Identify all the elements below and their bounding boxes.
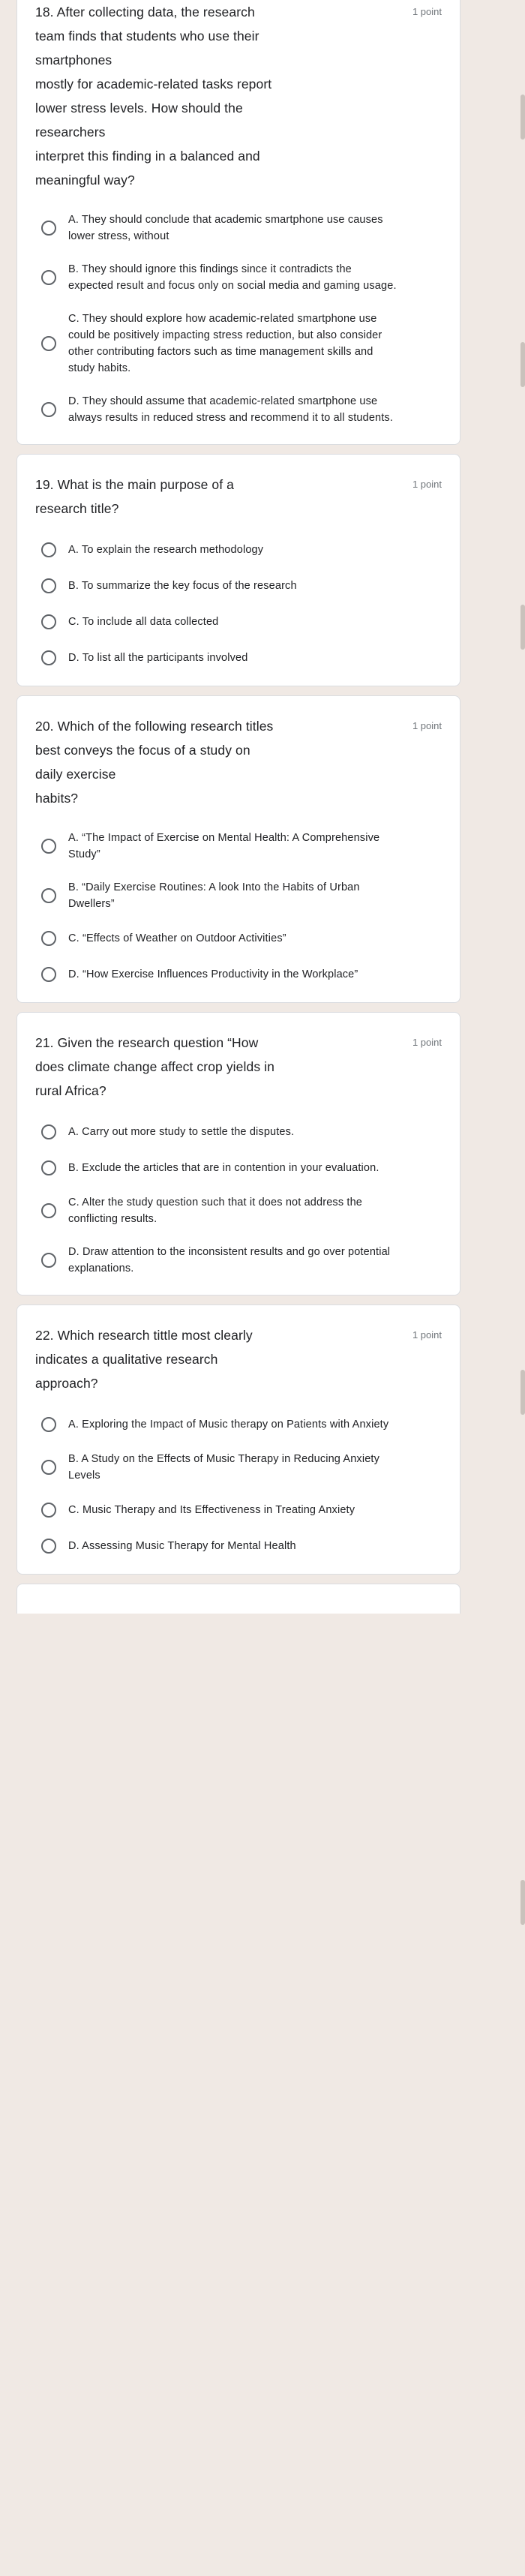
radio-unselected-icon[interactable] xyxy=(41,221,56,236)
option-label: D. They should assume that academic-rela… xyxy=(68,395,394,424)
question-card-next-partial xyxy=(16,1584,460,1614)
options-group: A. “The Impact of Exercise on Mental Hea… xyxy=(35,830,442,984)
option-row[interactable]: A. They should conclude that academic sm… xyxy=(35,212,442,245)
question-card-q20: 20. Which of the following research titl… xyxy=(16,695,460,1003)
points-badge: 1 point xyxy=(412,6,442,17)
option-label: C. “Effects of Weather on Outdoor Activi… xyxy=(68,932,286,944)
option-row[interactable]: D. Assessing Music Therapy for Mental He… xyxy=(35,1536,442,1556)
option-row[interactable]: B. A Study on the Effects of Music Thera… xyxy=(35,1451,442,1484)
question-card-q21: 21. Given the research question “How doe… xyxy=(16,1012,460,1296)
radio-unselected-icon[interactable] xyxy=(41,402,56,417)
question-card-q19: 19. What is the main purpose of a resear… xyxy=(16,454,460,686)
question-list: 18. After collecting data, the research … xyxy=(16,0,460,1614)
radio-unselected-icon[interactable] xyxy=(41,1539,56,1554)
question-card-q18: 18. After collecting data, the research … xyxy=(16,0,460,445)
option-row[interactable]: C. Music Therapy and Its Effectiveness i… xyxy=(35,1500,442,1520)
radio-unselected-icon[interactable] xyxy=(41,270,56,285)
radio-unselected-icon[interactable] xyxy=(41,1417,56,1432)
quiz-form-page: 18. After collecting data, the research … xyxy=(0,0,525,2558)
radio-unselected-icon[interactable] xyxy=(41,1124,56,1139)
option-row[interactable]: A. Exploring the Impact of Music therapy… xyxy=(35,1415,442,1434)
options-group: A. To explain the research methodology B… xyxy=(35,540,442,668)
radio-unselected-icon[interactable] xyxy=(41,1160,56,1175)
option-label: B. Exclude the articles that are in cont… xyxy=(68,1162,380,1174)
option-row[interactable]: A. To explain the research methodology xyxy=(35,540,442,560)
option-row[interactable]: D. “How Exercise Influences Productivity… xyxy=(35,965,442,984)
options-group: A. They should conclude that academic sm… xyxy=(35,212,442,426)
radio-unselected-icon[interactable] xyxy=(41,1253,56,1268)
radio-unselected-icon[interactable] xyxy=(41,614,56,629)
option-label: D. Assessing Music Therapy for Mental He… xyxy=(68,1540,296,1552)
option-row[interactable]: B. To summarize the key focus of the res… xyxy=(35,576,442,596)
option-row[interactable]: D. To list all the participants involved xyxy=(35,648,442,668)
question-card-q22: 22. Which research tittle most clearly i… xyxy=(16,1305,460,1575)
question-title: 19. What is the main purpose of a resear… xyxy=(35,477,234,516)
option-label: C. They should explore how academic-rela… xyxy=(68,313,382,374)
option-label: D. To list all the participants involved xyxy=(68,652,248,664)
option-label: A. “The Impact of Exercise on Mental Hea… xyxy=(68,832,380,860)
option-row[interactable]: C. Alter the study question such that it… xyxy=(35,1194,442,1227)
option-row[interactable]: D. They should assume that academic-rela… xyxy=(35,393,442,426)
option-row[interactable]: B. They should ignore this findings sinc… xyxy=(35,261,442,294)
radio-unselected-icon[interactable] xyxy=(41,888,56,903)
question-header: 21. Given the research question “How doe… xyxy=(35,1031,442,1103)
points-badge: 1 point xyxy=(412,720,442,731)
option-row[interactable]: C. To include all data collected xyxy=(35,612,442,632)
option-row[interactable]: C. “Effects of Weather on Outdoor Activi… xyxy=(35,929,442,948)
points-badge: 1 point xyxy=(412,1037,442,1048)
option-label: D. Draw attention to the inconsistent re… xyxy=(68,1246,391,1274)
option-label: B. They should ignore this findings sinc… xyxy=(68,263,397,292)
radio-unselected-icon[interactable] xyxy=(41,967,56,982)
option-row[interactable]: A. “The Impact of Exercise on Mental Hea… xyxy=(35,830,442,863)
options-group: A. Exploring the Impact of Music therapy… xyxy=(35,1415,442,1556)
radio-unselected-icon[interactable] xyxy=(41,336,56,351)
question-header: 22. Which research tittle most clearly i… xyxy=(35,1323,442,1395)
radio-unselected-icon[interactable] xyxy=(41,931,56,946)
question-header: 19. What is the main purpose of a resear… xyxy=(35,473,442,521)
points-badge: 1 point xyxy=(412,479,442,490)
question-title: 20. Which of the following research titl… xyxy=(35,719,274,806)
radio-unselected-icon[interactable] xyxy=(41,542,56,557)
options-group: A. Carry out more study to settle the di… xyxy=(35,1122,442,1277)
option-label: A. Carry out more study to settle the di… xyxy=(68,1126,295,1138)
option-row[interactable]: D. Draw attention to the inconsistent re… xyxy=(35,1244,442,1277)
radio-unselected-icon[interactable] xyxy=(41,1503,56,1518)
option-row[interactable]: B. “Daily Exercise Routines: A look Into… xyxy=(35,879,442,912)
scroll-indicator-segment[interactable] xyxy=(520,1370,525,1415)
option-label: C. Alter the study question such that it… xyxy=(68,1196,363,1225)
scroll-indicator-segment[interactable] xyxy=(520,1880,525,1925)
option-label: B. To summarize the key focus of the res… xyxy=(68,580,297,592)
question-title: 21. Given the research question “How doe… xyxy=(35,1035,274,1098)
scroll-indicator-segment[interactable] xyxy=(520,95,525,140)
question-header: 20. Which of the following research titl… xyxy=(35,714,442,810)
option-label: C. Music Therapy and Its Effectiveness i… xyxy=(68,1504,356,1516)
radio-unselected-icon[interactable] xyxy=(41,650,56,665)
scroll-indicator-segment[interactable] xyxy=(520,605,525,650)
option-label: A. They should conclude that academic sm… xyxy=(68,214,383,242)
scroll-indicator-segment[interactable] xyxy=(520,342,525,387)
option-label: B. A Study on the Effects of Music Thera… xyxy=(68,1453,380,1482)
option-row[interactable]: B. Exclude the articles that are in cont… xyxy=(35,1158,442,1178)
points-badge: 1 point xyxy=(412,1329,442,1341)
radio-unselected-icon[interactable] xyxy=(41,578,56,593)
option-label: C. To include all data collected xyxy=(68,616,219,628)
radio-unselected-icon[interactable] xyxy=(41,1203,56,1218)
option-label: B. “Daily Exercise Routines: A look Into… xyxy=(68,881,360,910)
question-title: 18. After collecting data, the research … xyxy=(35,5,272,188)
question-title: 22. Which research tittle most clearly i… xyxy=(35,1328,253,1391)
option-row[interactable]: C. They should explore how academic-rela… xyxy=(35,311,442,377)
option-label: D. “How Exercise Influences Productivity… xyxy=(68,968,358,980)
option-label: A. Exploring the Impact of Music therapy… xyxy=(68,1419,389,1431)
radio-unselected-icon[interactable] xyxy=(41,1460,56,1475)
radio-unselected-icon[interactable] xyxy=(41,839,56,854)
option-row[interactable]: A. Carry out more study to settle the di… xyxy=(35,1122,442,1142)
option-label: A. To explain the research methodology xyxy=(68,544,264,556)
question-header: 18. After collecting data, the research … xyxy=(35,0,442,192)
